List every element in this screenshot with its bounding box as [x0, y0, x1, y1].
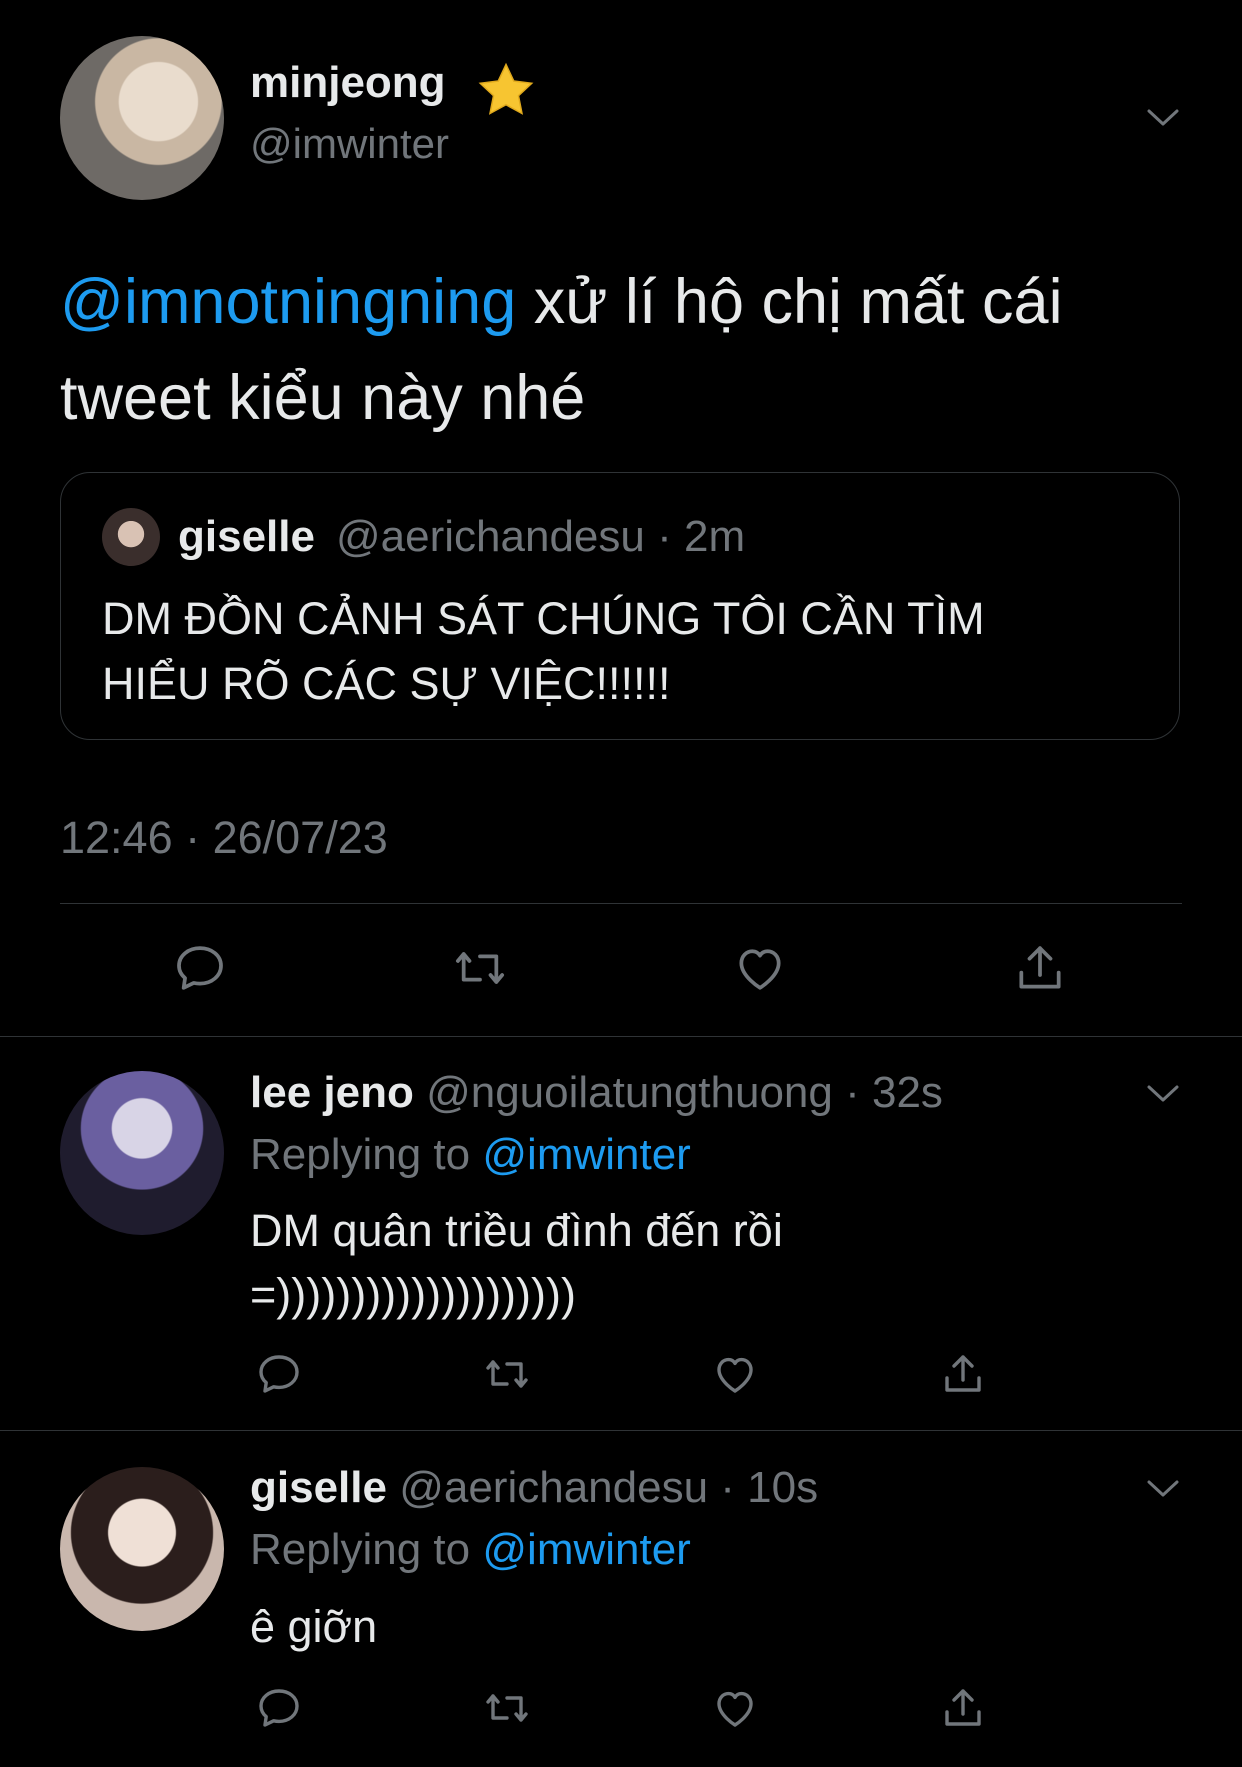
replying-to: Replying to @imwinter	[250, 1130, 691, 1180]
quoted-meta: @aerichandesu · 2m	[336, 512, 746, 561]
share-icon[interactable]	[1012, 940, 1068, 996]
tweet-timestamp[interactable]: 12:46 · 26/07/23	[60, 812, 388, 864]
retweet-icon[interactable]	[483, 1350, 531, 1398]
avatar[interactable]	[60, 36, 224, 200]
replying-label: Replying to	[250, 1525, 471, 1574]
reply-text: DM quân triều đình đến rồi =))))))))))))…	[250, 1205, 783, 1320]
quoted-avatar	[102, 508, 160, 566]
replying-to: Replying to @imwinter	[250, 1525, 691, 1575]
reply-icon[interactable]	[255, 1350, 303, 1398]
divider	[0, 1036, 1242, 1037]
author-name[interactable]: giselle	[250, 1463, 387, 1512]
author-name[interactable]: minjeong	[250, 58, 446, 108]
retweet-icon[interactable]	[483, 1684, 531, 1732]
quoted-author-name: giselle	[178, 512, 315, 561]
retweet-icon[interactable]	[452, 940, 508, 996]
chevron-down-icon[interactable]	[1146, 1479, 1180, 1499]
like-icon[interactable]	[711, 1350, 759, 1398]
author-handle[interactable]: @aerichandesu	[399, 1463, 708, 1512]
reply-header: lee jeno @nguoilatungthuong · 32s	[250, 1068, 943, 1117]
like-icon[interactable]	[711, 1684, 759, 1732]
reply-icon[interactable]	[255, 1684, 303, 1732]
reply-time[interactable]: 32s	[872, 1068, 943, 1117]
reply-header: giselle @aerichandesu · 10s	[250, 1463, 819, 1512]
reply-icon[interactable]	[172, 940, 228, 996]
mention-link[interactable]: @imnotningning	[60, 267, 516, 337]
reply-text: ê giỡn	[250, 1601, 378, 1652]
share-icon[interactable]	[939, 1350, 987, 1398]
avatar[interactable]	[60, 1467, 224, 1631]
like-icon[interactable]	[732, 940, 788, 996]
quoted-author-handle: @aerichandesu	[336, 512, 645, 561]
tweet-text: @imnotningning xử lí hộ chị mất cái twee…	[60, 254, 1180, 446]
author-handle[interactable]: @nguoilatungthuong	[426, 1068, 833, 1117]
mention-link[interactable]: @imwinter	[482, 1525, 690, 1574]
mention-link[interactable]: @imwinter	[482, 1130, 690, 1179]
avatar[interactable]	[60, 1071, 224, 1235]
chevron-down-icon[interactable]	[1146, 108, 1180, 128]
author-handle[interactable]: @imwinter	[250, 120, 449, 168]
divider	[0, 1430, 1242, 1431]
share-icon[interactable]	[939, 1684, 987, 1732]
author-name[interactable]: lee jeno	[250, 1068, 414, 1117]
star-emoji-icon	[478, 62, 534, 115]
divider	[60, 903, 1182, 904]
chevron-down-icon[interactable]	[1146, 1084, 1180, 1104]
reply-time[interactable]: 10s	[747, 1463, 818, 1512]
quoted-text: DM ĐỒN CẢNH SÁT CHÚNG TÔI CẦN TÌM HIỂU R…	[102, 593, 985, 709]
replying-label: Replying to	[250, 1130, 471, 1179]
quoted-time: 2m	[683, 512, 746, 561]
